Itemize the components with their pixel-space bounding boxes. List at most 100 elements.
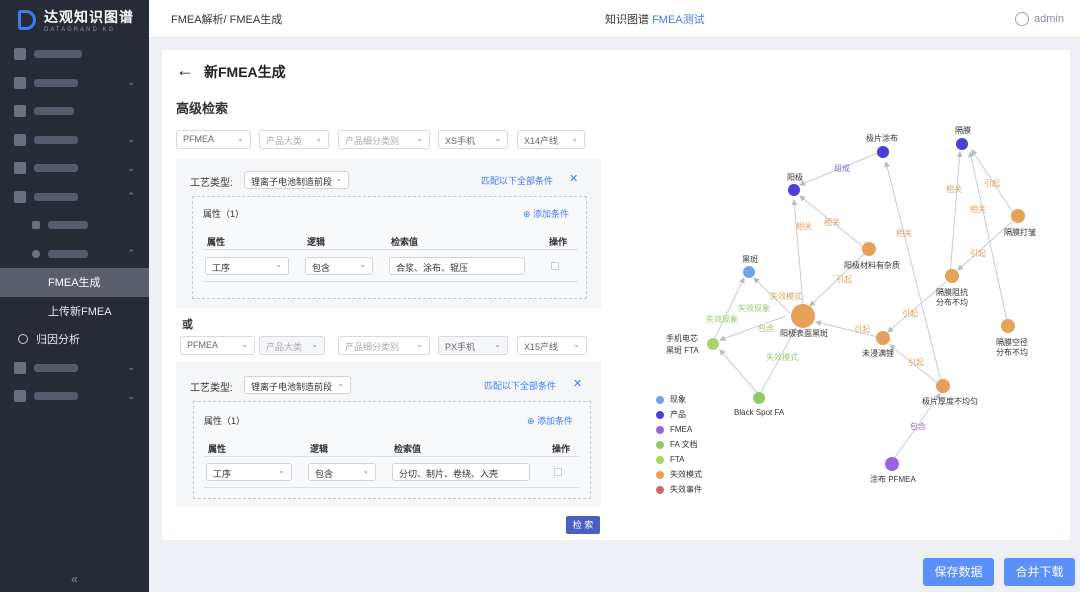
graph-node[interactable] <box>956 138 968 150</box>
graph-node[interactable] <box>753 392 765 404</box>
graph-edge <box>949 151 963 276</box>
fmea-type-select[interactable]: PFMEA ⌄ <box>176 130 251 149</box>
save-data-button[interactable]: 保存数据 <box>923 558 994 586</box>
subcategory-select[interactable]: 产品细分类别 ⌄ <box>338 130 430 149</box>
search-value-input[interactable]: 合浆、涂布、辊压 <box>389 257 525 275</box>
node-label: 隔膜打皱 <box>1004 227 1036 237</box>
add-condition-button[interactable]: ⊕ 添加条件 <box>527 414 573 427</box>
logic-select[interactable]: 包含 ⌄ <box>305 257 373 275</box>
column-header-op: 操作 <box>549 237 568 247</box>
legend-item: 失效模式 <box>656 467 702 482</box>
graph-node[interactable] <box>788 184 800 196</box>
sidebar-item-blurred-2[interactable]: ⌄ <box>0 69 149 98</box>
divider <box>203 281 578 282</box>
graph-node[interactable] <box>945 269 959 283</box>
logic-select[interactable]: 包含 ⌄ <box>308 463 376 481</box>
graph-edge <box>719 349 761 397</box>
row-checkbox[interactable] <box>551 262 559 270</box>
match-all-select[interactable]: 匹配以下全部条件 <box>481 174 553 187</box>
add-condition-button[interactable]: ⊕ 添加条件 <box>523 207 569 220</box>
edge-label: 失效模式 <box>766 352 798 362</box>
subcategory-select-2[interactable]: 产品细分类别 ⌄ <box>338 336 430 355</box>
node-label: 隔膜阻抗 <box>936 287 968 297</box>
edge-label: 相关 <box>896 228 912 238</box>
sidebar-item-blurred-6[interactable]: ⌃ <box>0 183 149 212</box>
merge-download-button[interactable]: 合并下载 <box>1004 558 1075 586</box>
logo-icon <box>18 10 36 30</box>
column-header-attr: 属性 <box>208 444 227 454</box>
line-select[interactable]: X14产线 ⌄ <box>517 130 585 149</box>
sidebar-item-blurred-8[interactable]: ⌄ <box>0 382 149 411</box>
graph-node[interactable] <box>877 146 889 158</box>
sidebar-subitem-blurred-1[interactable] <box>0 211 149 240</box>
edge-label: 相关 <box>824 217 840 227</box>
sidebar-item-label: 归因分析 <box>36 334 80 347</box>
knowledge-graph[interactable]: 组成 相关 相关 相关 相关 相关 引起 引起 引起 引起 引起 引起 包含 包… <box>630 110 1070 510</box>
chevron-down-icon: ⌄ <box>335 174 342 183</box>
row-checkbox[interactable] <box>554 468 562 476</box>
process-type-select[interactable]: 锂离子电池制造前段 ⌄ <box>244 376 351 394</box>
chevron-down-icon: ⌄ <box>127 362 135 373</box>
user-menu[interactable]: admin <box>1015 11 1064 26</box>
attributes-count: 属性（1） <box>203 209 245 219</box>
product-select[interactable]: XS手机 ⌄ <box>438 130 508 149</box>
project-indicator[interactable]: 知识图谱 FMEA测试 <box>605 11 705 27</box>
edge-label: 引起 <box>836 275 852 284</box>
graph-node[interactable] <box>936 379 950 393</box>
collapse-sidebar-icon[interactable]: « <box>0 572 149 586</box>
graph-node[interactable] <box>743 266 755 278</box>
sidebar-item-blurred-4[interactable]: ⌄ <box>0 126 149 155</box>
match-all-select[interactable]: 匹配以下全部条件 <box>484 379 556 392</box>
edge-label: 引起 <box>902 309 918 318</box>
category-select[interactable]: 产品大类 ⌄ <box>259 130 329 149</box>
graph-node[interactable] <box>885 457 899 471</box>
column-header-value: 检索值 <box>391 237 419 247</box>
legend-item: 产品 <box>656 407 702 422</box>
product-select-2[interactable]: PX手机 ⌄ <box>438 336 508 355</box>
edge-label: 相关 <box>946 184 962 194</box>
legend-item: FMEA <box>656 422 702 437</box>
node-label: 阳极 <box>787 172 803 182</box>
attribute-select[interactable]: 工序 ⌄ <box>205 257 289 275</box>
node-label: 极片涂布 <box>866 133 898 143</box>
graph-node[interactable] <box>707 338 719 350</box>
chevron-down-icon: ⌄ <box>315 134 322 143</box>
edge-label: 相关 <box>970 204 986 214</box>
sidebar-item-blurred-1[interactable] <box>0 40 149 69</box>
category-select-2[interactable]: 产品大类 ⌄ <box>259 336 325 355</box>
edge-label: 组成 <box>834 163 850 173</box>
sidebar-item-fmea-generate[interactable]: FMEA生成 <box>0 268 149 297</box>
menu-icon <box>32 221 40 230</box>
remove-group-icon[interactable]: ✕ <box>569 172 578 185</box>
sidebar-item-blurred-7[interactable]: ⌄ <box>0 354 149 383</box>
search-button[interactable]: 检 索 <box>566 516 600 534</box>
graph-node[interactable] <box>1011 209 1025 223</box>
sidebar-item-upload-fmea[interactable]: 上传新FMEA <box>0 297 149 326</box>
sidebar-subitem-blurred-2[interactable]: ⌃ <box>0 240 149 269</box>
column-header-logic: 逻辑 <box>307 237 326 247</box>
search-value-input[interactable]: 分切、制片、卷绕、入壳 <box>392 463 530 481</box>
graph-node[interactable] <box>862 242 876 256</box>
edge-label: 引起 <box>970 249 986 258</box>
sidebar-item-blurred-3[interactable] <box>0 97 149 126</box>
fmea-type-select-2[interactable]: PFMEA ⌄ <box>180 336 255 355</box>
sidebar-item-blurred-5[interactable]: ⌄ <box>0 154 149 183</box>
graph-node[interactable] <box>791 304 815 328</box>
graph-node[interactable] <box>876 331 890 345</box>
sidebar-item-root-cause[interactable]: 归因分析 <box>0 325 149 354</box>
attributes-panel: 属性（1） ⊕ 添加条件 属性 逻辑 检索值 操作 工序 ⌄ 包含 ⌄ 合浆、涂布、… <box>192 196 587 299</box>
divider <box>204 487 579 488</box>
line-select-2[interactable]: X15产线 ⌄ <box>517 336 587 355</box>
node-label: 未浸满锂 <box>862 348 894 358</box>
project-prefix: 知识图谱 <box>605 13 649 26</box>
sidebar-item-label: 上传新FMEA <box>48 305 112 318</box>
process-type-select[interactable]: 锂离子电池制造前段 ⌄ <box>244 171 349 189</box>
chevron-down-icon: ⌄ <box>573 340 580 349</box>
attribute-select[interactable]: 工序 ⌄ <box>206 463 292 481</box>
app-logo: 达观知识图谱 DATAGRAND KG <box>0 0 149 40</box>
graph-edge <box>968 151 1009 326</box>
remove-group-icon[interactable]: ✕ <box>573 377 582 390</box>
back-arrow-icon[interactable]: ← <box>176 60 194 81</box>
edge-label: 引起 <box>984 179 1000 188</box>
graph-node[interactable] <box>1001 319 1015 333</box>
